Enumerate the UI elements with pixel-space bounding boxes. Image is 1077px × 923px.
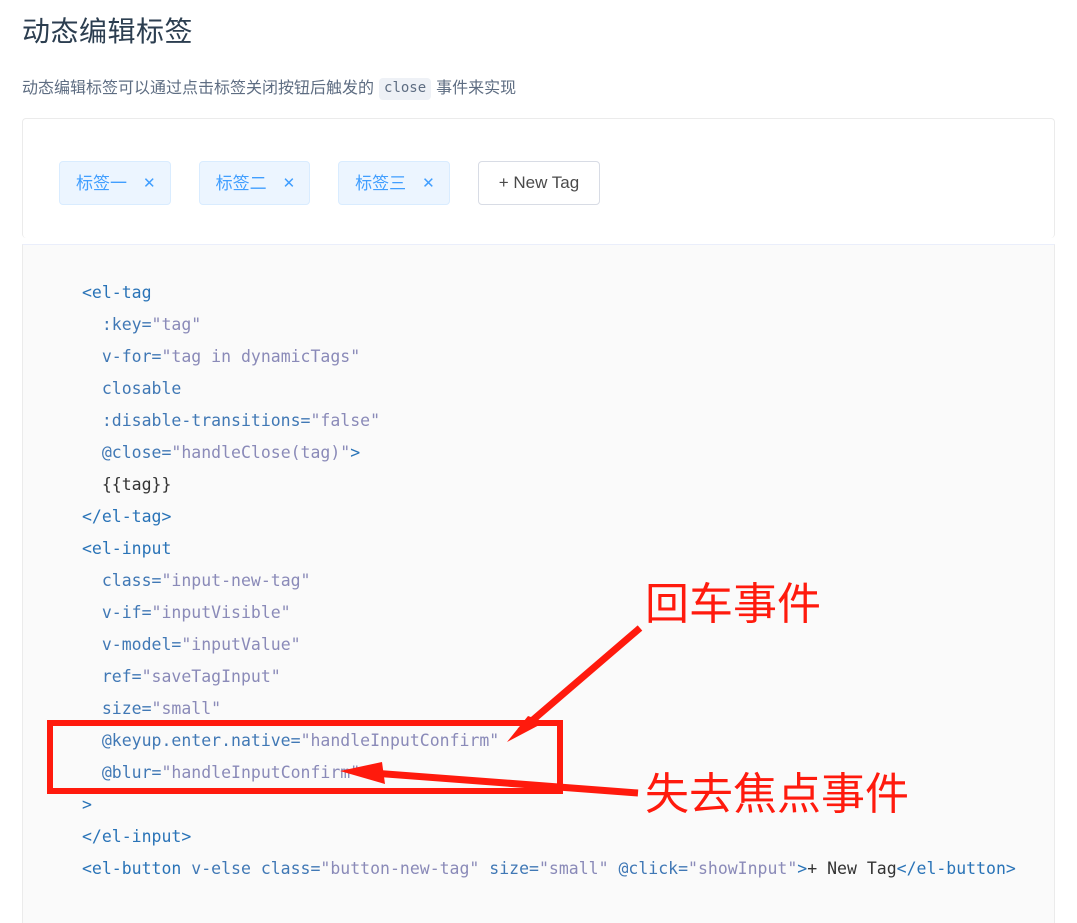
code-line: closable — [82, 379, 181, 398]
code-token: <el-tag — [82, 283, 152, 302]
code-token: "input-new-tag" — [161, 571, 311, 590]
code-token: @keyup.enter.native= — [101, 731, 301, 750]
code-token: size= — [101, 699, 152, 718]
code-token: "button-new-tag" — [320, 859, 480, 878]
code-token: v-model= — [101, 635, 182, 654]
code-token: {{tag}} — [101, 475, 172, 494]
page-description-text-before: 动态编辑标签可以通过点击标签关闭按钮后触发的 — [22, 80, 375, 98]
close-icon[interactable]: ✕ — [143, 175, 156, 191]
code-token: </el-button> — [896, 859, 1016, 878]
code-line: <el-tag — [82, 283, 152, 302]
code-token: <el-button — [82, 859, 192, 878]
annotation-blur-event: 失去焦点事件 — [645, 770, 909, 819]
code-line: @keyup.enter.native="handleInputConfirm" — [82, 731, 499, 750]
page-description-text-after: 事件来实现 — [436, 80, 517, 98]
code-line: size="small" — [82, 699, 221, 718]
code-line: :key="tag" — [82, 315, 201, 334]
close-icon[interactable]: ✕ — [283, 175, 296, 191]
code-token: @blur= — [101, 763, 162, 782]
tag-label: 标签一 — [76, 173, 127, 193]
code-token: <el-input — [82, 539, 172, 558]
code-token: ref= — [101, 667, 142, 686]
code-token: "false" — [310, 411, 381, 430]
code-line: > — [82, 795, 92, 814]
code-token: "saveTagInput" — [141, 667, 281, 686]
tag-item[interactable]: 标签一 ✕ — [59, 161, 171, 205]
tag-item[interactable]: 标签二 ✕ — [198, 161, 311, 205]
code-token: </el-tag> — [82, 507, 172, 526]
code-token: "showInput" — [688, 859, 798, 878]
code-token: "small" — [151, 699, 222, 718]
page-description: 动态编辑标签可以通过点击标签关闭按钮后触发的 close 事件来实现 — [0, 51, 1077, 101]
code-token: :disable-transitions= — [101, 411, 311, 430]
annotation-enter-event: 回车事件 — [645, 580, 821, 629]
code-line: @blur="handleInputConfirm" — [82, 763, 360, 782]
code-token: "handleInputConfirm" — [161, 763, 361, 782]
code-line: {{tag}} — [82, 475, 172, 494]
code-token: :key= — [101, 315, 152, 334]
code-token: @click= — [608, 859, 689, 878]
code-token: size= — [479, 859, 539, 878]
demo-card: 标签一 ✕ 标签二 ✕ 标签三 ✕ + New Tag — [22, 118, 1055, 238]
code-line: class="input-new-tag" — [82, 571, 311, 590]
code-token: "inputValue" — [181, 635, 301, 654]
code-token: > — [797, 859, 808, 878]
code-line: <el-button v-else class="button-new-tag"… — [82, 859, 1016, 878]
demo-tag-row: 标签一 ✕ 标签二 ✕ 标签三 ✕ + New Tag — [23, 119, 1054, 238]
code-token: @close= — [101, 443, 172, 462]
new-tag-button[interactable]: + New Tag — [477, 161, 601, 205]
code-token: v-else class= — [191, 859, 321, 878]
code-line: @close="handleClose(tag)"> — [82, 443, 360, 462]
close-icon[interactable]: ✕ — [422, 175, 435, 191]
inline-code-close: close — [379, 78, 432, 100]
code-line: ref="saveTagInput" — [82, 667, 281, 686]
code-token: "tag" — [151, 315, 202, 334]
code-token: "tag in dynamicTags" — [161, 347, 361, 366]
code-token: "handleInputConfirm" — [300, 731, 500, 750]
code-token: > — [82, 795, 92, 814]
code-token: v-for= — [101, 347, 162, 366]
code-token: closable — [101, 379, 182, 398]
code-line: <el-input — [82, 539, 171, 558]
tag-item[interactable]: 标签三 ✕ — [338, 161, 450, 205]
code-token: class= — [101, 571, 162, 590]
code-block: <el-tag :key="tag" v-for="tag in dynamic… — [22, 244, 1055, 923]
code-token: "inputVisible" — [151, 603, 291, 622]
code-token: + New Tag — [807, 859, 897, 878]
code-token: </el-input> — [82, 827, 192, 846]
code-token: "handleClose(tag)" — [171, 443, 351, 462]
tag-label: 标签二 — [215, 173, 267, 193]
code-token: > — [350, 443, 361, 462]
code-token: "small" — [538, 859, 609, 878]
code-line: v-for="tag in dynamicTags" — [82, 347, 360, 366]
code-line: </el-tag> — [82, 507, 171, 526]
code-line: v-if="inputVisible" — [82, 603, 291, 622]
code-token: v-if= — [101, 603, 152, 622]
code-line: v-model="inputValue" — [82, 635, 301, 654]
page-title: 动态编辑标签 — [22, 16, 194, 47]
tag-label: 标签三 — [355, 173, 407, 193]
code-line: </el-input> — [82, 827, 191, 846]
code-line: :disable-transitions="false" — [82, 411, 380, 430]
